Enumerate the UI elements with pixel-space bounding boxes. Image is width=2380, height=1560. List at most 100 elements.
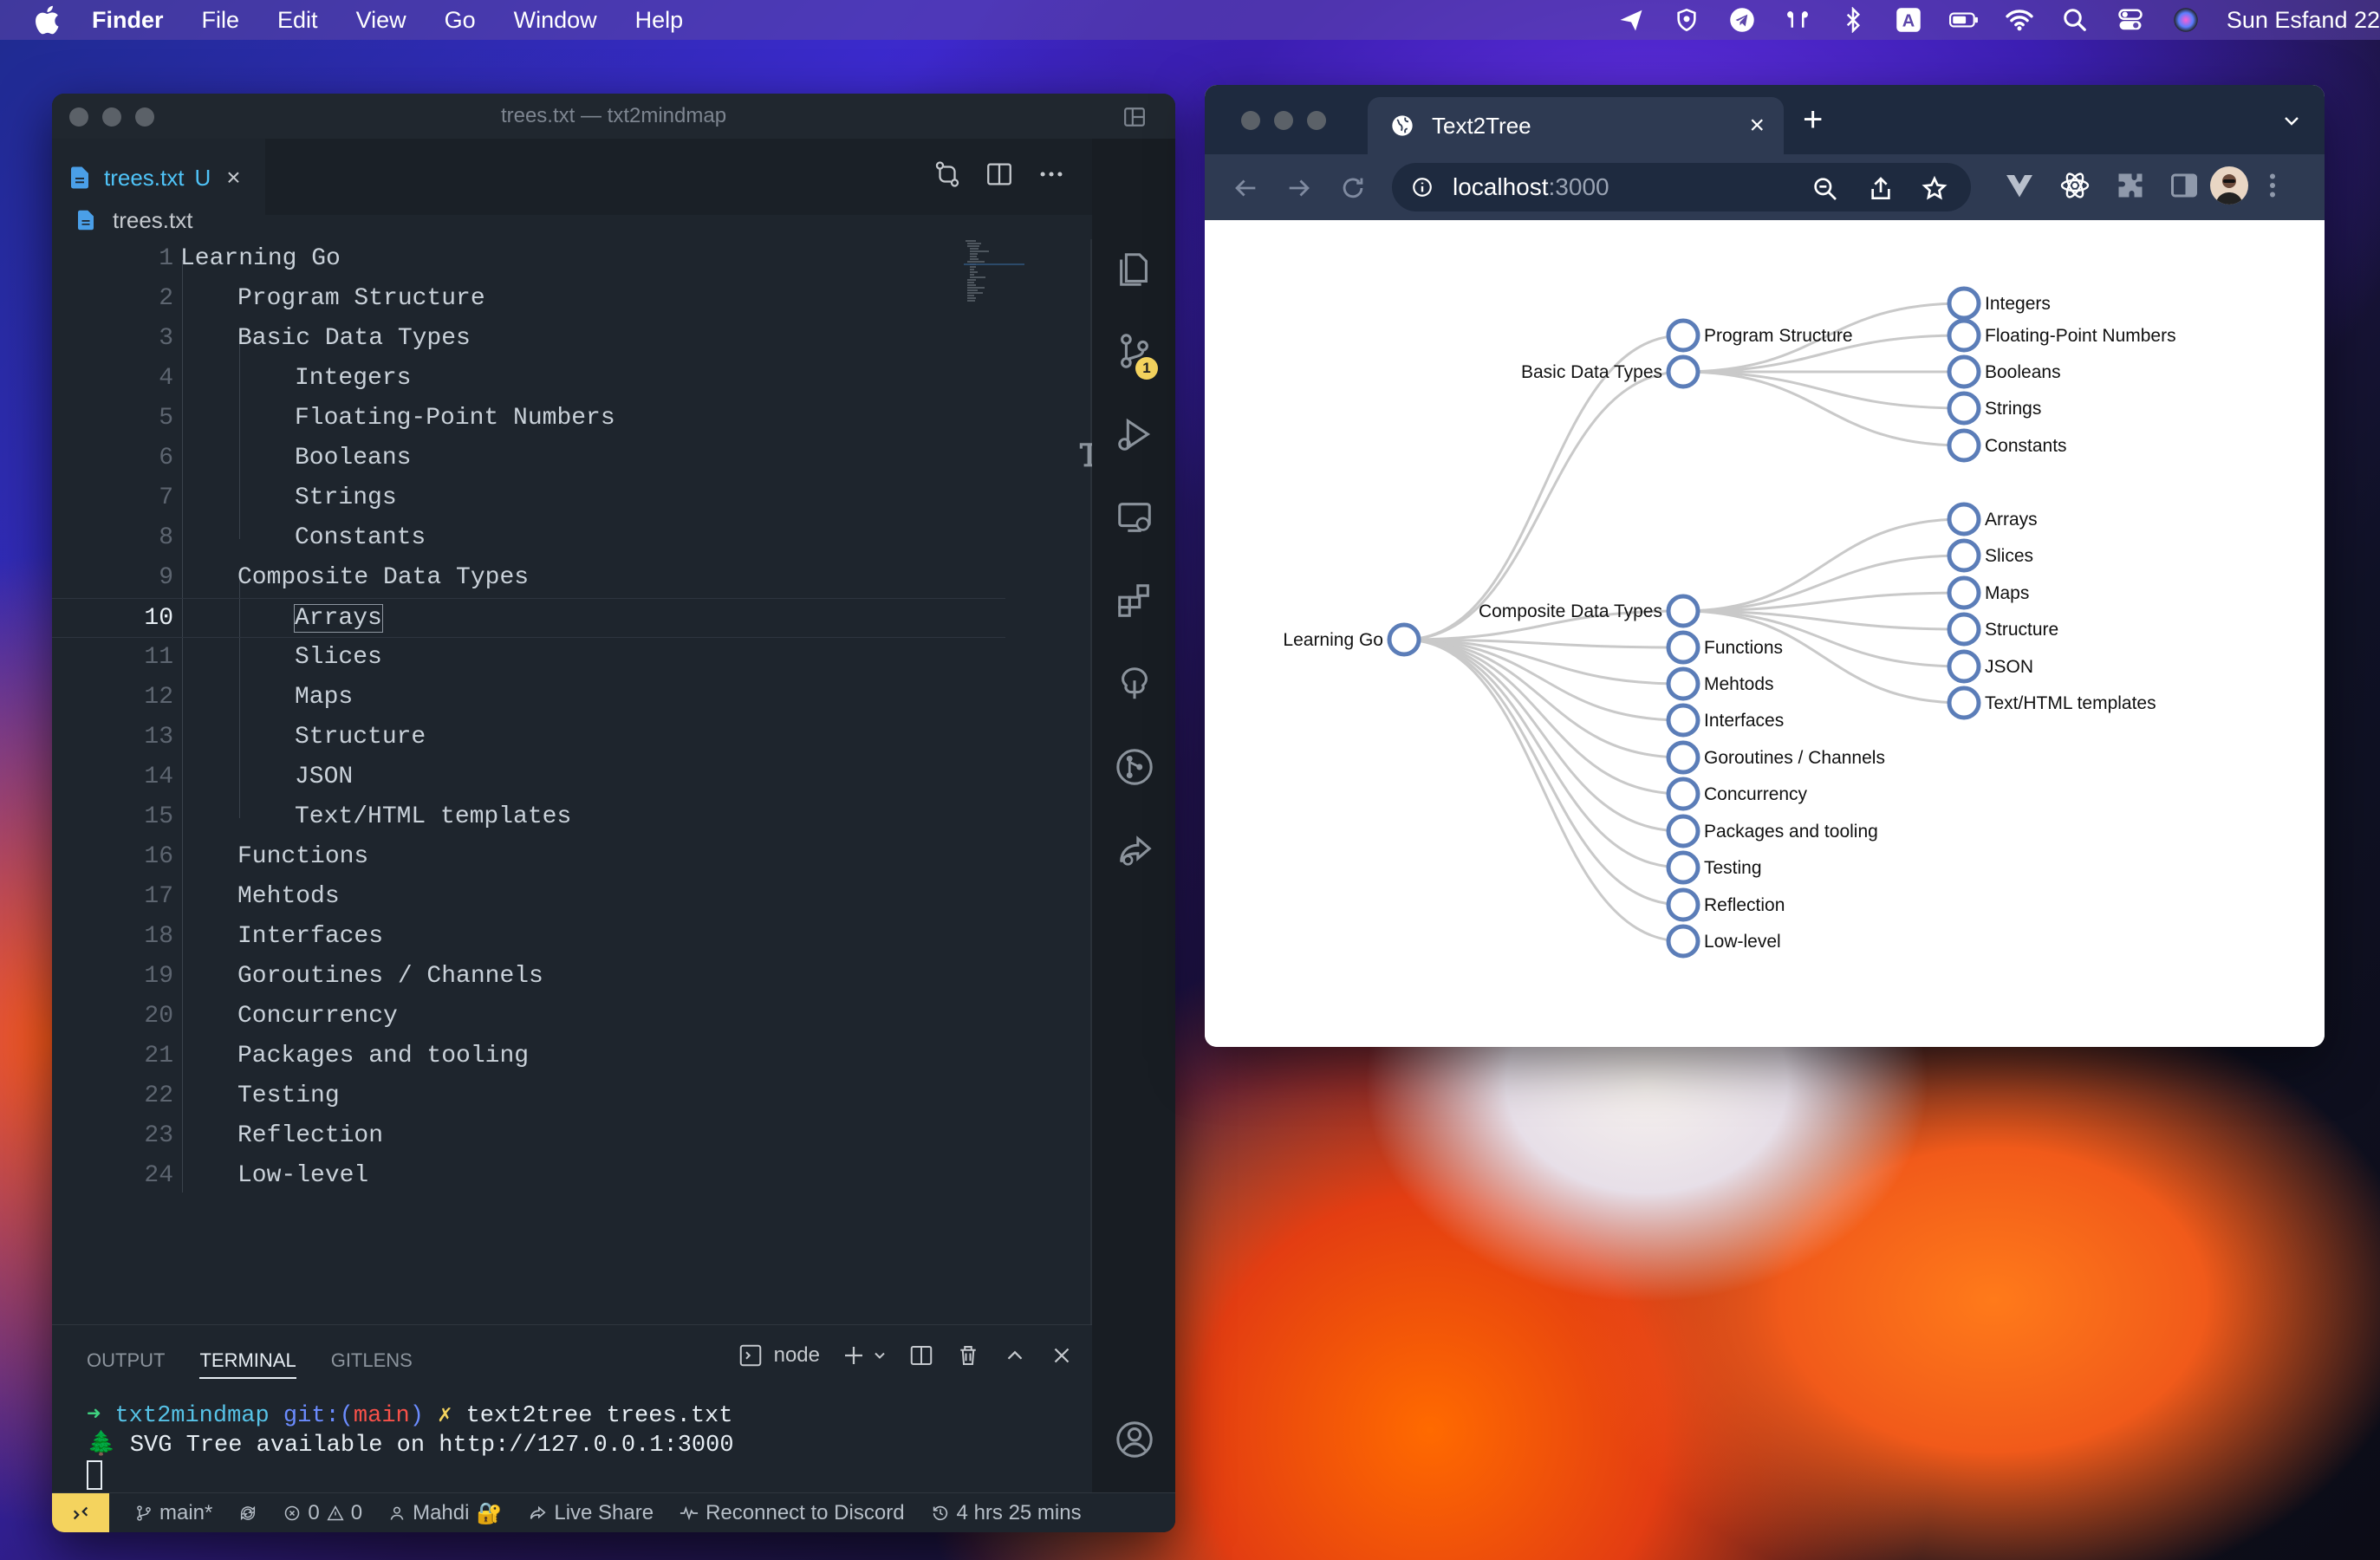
zoom-window-button[interactable] xyxy=(135,107,154,127)
telegram-icon[interactable] xyxy=(1727,5,1757,35)
menu-go[interactable]: Go xyxy=(445,7,476,34)
menu-file[interactable]: File xyxy=(202,7,240,34)
browser-tab[interactable]: Text2Tree × xyxy=(1368,97,1784,154)
chevron-down-icon[interactable] xyxy=(872,1342,888,1368)
remote-explorer-icon[interactable] xyxy=(1115,497,1154,537)
code-line[interactable]: 8 Constants xyxy=(52,518,1005,558)
code-line[interactable]: 9 Composite Data Types xyxy=(52,558,1005,598)
terminal-output[interactable]: ➜ txt2mindmap git:(main) ✗ text2tree tre… xyxy=(87,1401,734,1491)
panel-tab-gitlens[interactable]: GITLENS xyxy=(331,1349,413,1379)
close-icon[interactable]: × xyxy=(226,164,240,192)
accounts-icon[interactable] xyxy=(1115,1420,1154,1459)
panel-tab-output[interactable]: OUTPUT xyxy=(87,1349,165,1379)
extensions-puzzle-icon[interactable] xyxy=(2115,170,2146,201)
more-actions-icon[interactable] xyxy=(1037,159,1066,189)
spotlight-search-icon[interactable] xyxy=(2060,5,2090,35)
panel-tab-terminal[interactable]: TERMINAL xyxy=(199,1349,296,1379)
code-line[interactable]: 10 Arrays xyxy=(52,598,1005,638)
tree-icon[interactable] xyxy=(1115,664,1154,704)
split-terminal-icon[interactable] xyxy=(908,1342,934,1368)
code-line[interactable]: 3 Basic Data Types xyxy=(52,319,1005,359)
shield-icon[interactable] xyxy=(1672,5,1701,35)
control-center-icon[interactable] xyxy=(2116,5,2145,35)
close-tab-icon[interactable]: × xyxy=(1749,111,1765,140)
open-changes-icon[interactable] xyxy=(933,159,962,189)
code-line[interactable]: 15 Text/HTML templates xyxy=(52,797,1005,837)
status-problems[interactable]: 0 0 xyxy=(283,1501,362,1525)
new-tab-icon[interactable]: + xyxy=(1803,101,1823,140)
code-line[interactable]: 20 Concurrency xyxy=(52,997,1005,1037)
minimap[interactable] xyxy=(964,239,1024,326)
code-line[interactable]: 1 Learning Go xyxy=(52,239,1005,279)
status-time[interactable]: 4 hrs 25 mins xyxy=(931,1501,1082,1525)
chevron-up-icon[interactable] xyxy=(1002,1342,1028,1368)
code-line[interactable]: 11 Slices xyxy=(52,638,1005,678)
status-live-share[interactable]: Live Share xyxy=(528,1501,654,1525)
code-line[interactable]: 13 Structure xyxy=(52,718,1005,757)
siri-icon[interactable] xyxy=(2171,5,2201,35)
send-icon[interactable] xyxy=(1616,5,1646,35)
input-source-icon[interactable]: A xyxy=(1894,5,1923,35)
breadcrumb[interactable]: trees.txt xyxy=(78,201,192,239)
code-line[interactable]: 22 Testing xyxy=(52,1076,1005,1116)
trash-icon[interactable] xyxy=(955,1342,981,1368)
split-editor-icon[interactable] xyxy=(985,159,1014,189)
vue-devtools-icon[interactable] xyxy=(2004,170,2035,201)
share-icon[interactable] xyxy=(1867,175,1895,203)
zoom-icon[interactable] xyxy=(1811,175,1839,203)
code-line[interactable]: 2 Program Structure xyxy=(52,279,1005,319)
menubar-clock[interactable]: Sun Esfand 22 xyxy=(2227,7,2380,34)
forward-arrow-icon[interactable] xyxy=(1284,173,1314,203)
code-editor[interactable]: 1 Learning Go 2 Program Structure 3 Basic Dat… xyxy=(52,239,1092,1305)
tab-search-chevron-icon[interactable] xyxy=(2281,111,2302,132)
gitlens-icon[interactable] xyxy=(1115,747,1154,787)
bluetooth-icon[interactable] xyxy=(1838,5,1868,35)
code-line[interactable]: 14 JSON xyxy=(52,757,1005,797)
code-line[interactable]: 7 Strings xyxy=(52,478,1005,518)
status-branch[interactable]: main* xyxy=(135,1501,212,1525)
reload-icon[interactable] xyxy=(1338,173,1368,203)
menu-edit[interactable]: Edit xyxy=(277,7,318,34)
status-user[interactable]: Mahdi 🔐 xyxy=(388,1501,502,1526)
remote-indicator-icon[interactable] xyxy=(52,1493,109,1532)
status-discord[interactable]: Reconnect to Discord xyxy=(680,1501,905,1525)
code-line[interactable]: 21 Packages and tooling xyxy=(52,1037,1005,1076)
battery-icon[interactable] xyxy=(1948,5,1979,35)
browser-zoom-button[interactable] xyxy=(1307,111,1326,130)
code-line[interactable]: 23 Reflection xyxy=(52,1116,1005,1156)
code-line[interactable]: 6 Booleans xyxy=(52,439,1005,478)
menu-window[interactable]: Window xyxy=(514,7,597,34)
menu-help[interactable]: Help xyxy=(635,7,684,34)
extensions-icon[interactable] xyxy=(1115,581,1154,621)
layout-icon[interactable] xyxy=(1123,106,1146,128)
menu-app-name[interactable]: Finder xyxy=(92,7,164,34)
explorer-icon[interactable] xyxy=(1115,250,1154,289)
chrome-menu-icon[interactable] xyxy=(2262,170,2283,201)
code-line[interactable]: 4 Integers xyxy=(52,359,1005,399)
browser-minimize-button[interactable] xyxy=(1274,111,1293,130)
profile-avatar[interactable] xyxy=(2210,166,2248,205)
info-icon[interactable] xyxy=(1411,176,1434,198)
minimize-window-button[interactable] xyxy=(102,107,121,127)
apple-icon[interactable] xyxy=(31,3,61,36)
sync-icon[interactable] xyxy=(238,1504,257,1523)
breadcrumb-file[interactable]: trees.txt xyxy=(113,207,192,234)
close-panel-icon[interactable] xyxy=(1049,1342,1075,1368)
terminal-shell-name[interactable]: node xyxy=(774,1343,820,1368)
side-panel-icon[interactable] xyxy=(2169,170,2200,201)
address-bar[interactable]: localhost:3000 xyxy=(1392,163,1971,211)
menu-view[interactable]: View xyxy=(356,7,406,34)
close-window-button[interactable] xyxy=(69,107,88,127)
live-share-icon[interactable] xyxy=(1115,830,1154,870)
browser-close-button[interactable] xyxy=(1241,111,1260,130)
code-line[interactable]: 12 Maps xyxy=(52,678,1005,718)
wifi-icon[interactable] xyxy=(2005,5,2034,35)
code-line[interactable]: 19 Goroutines / Channels xyxy=(52,957,1005,997)
code-line[interactable]: 24 Low-level xyxy=(52,1156,1005,1196)
bookmark-star-icon[interactable] xyxy=(1921,175,1948,203)
code-line[interactable]: 17 Mehtods xyxy=(52,877,1005,917)
airpods-icon[interactable] xyxy=(1783,5,1812,35)
code-line[interactable]: 5 Floating-Point Numbers xyxy=(52,399,1005,439)
new-terminal-icon[interactable] xyxy=(841,1342,867,1368)
code-line[interactable]: 18 Interfaces xyxy=(52,917,1005,957)
